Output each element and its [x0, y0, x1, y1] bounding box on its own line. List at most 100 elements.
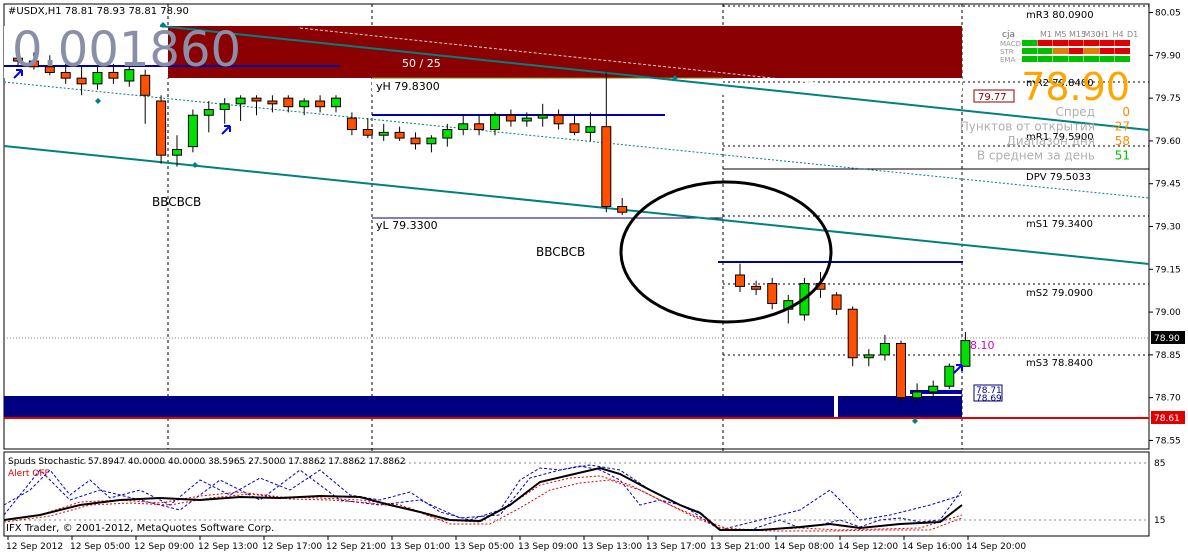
tag-7977: 79.77 — [978, 92, 1007, 103]
candle-body — [235, 97, 246, 105]
price-tick-label: 80.05 — [1155, 9, 1181, 19]
row-label: EMA — [1000, 56, 1015, 64]
panel-stat-value: 58 — [1115, 134, 1130, 148]
symbol-header: #USDX,H1 78.81 78.93 78.81 78.90 — [8, 6, 189, 17]
candle-body — [458, 123, 469, 131]
signal-cell — [1037, 56, 1053, 62]
row-label: MACD — [1000, 40, 1021, 48]
time-tick-label: 14 Sep 16:00 — [902, 542, 962, 552]
signal-cell — [1115, 48, 1130, 54]
signal-cell — [1115, 40, 1130, 46]
candle-body — [553, 114, 564, 125]
level-15-label: 15 — [1154, 516, 1165, 526]
signal-cell — [1099, 56, 1115, 62]
candle-body — [172, 148, 182, 156]
signal-cell — [1022, 40, 1037, 46]
candle-body — [187, 114, 198, 148]
live-tag: 8.10 — [970, 339, 995, 352]
candle-body — [251, 97, 262, 102]
copyright-text: IFX Trader, © 2001-2012, MetaQuotes Soft… — [6, 523, 274, 534]
candle-body — [537, 114, 548, 119]
signal-cell — [1115, 56, 1130, 62]
candle-body — [896, 342, 906, 399]
signal-cell — [1099, 48, 1115, 54]
candle-body — [410, 137, 421, 145]
price-tick-label: 79.45 — [1155, 180, 1181, 190]
candle-body — [76, 77, 87, 85]
candle-body — [490, 114, 500, 131]
signal-cell — [1084, 56, 1099, 62]
time-tick-label: 12 Sep 05:00 — [70, 542, 130, 552]
candle-body — [283, 97, 294, 108]
panel-stat-label: Спред — [1055, 105, 1095, 119]
big-value-label: 0.001860 — [12, 22, 241, 78]
signal-cell — [1068, 40, 1084, 46]
timeframe-label: M1 — [1040, 30, 1052, 39]
candle-body — [585, 126, 596, 133]
time-tick-label: 12 Sep 17:00 — [262, 542, 322, 552]
candle-body — [203, 109, 214, 116]
candle-body — [331, 97, 341, 108]
candle-body — [751, 285, 762, 290]
time-tick-label: 12 Sep 13:00 — [198, 542, 258, 552]
price-tick-label: 79.30 — [1155, 223, 1181, 233]
candle-body — [928, 385, 939, 393]
price-axis[interactable]: 80.05 79.90 79.75 79.60 79.45 79.30 79.15 79.00… — [1149, 9, 1181, 447]
signal-cell — [1068, 56, 1084, 62]
signal-cell — [1068, 48, 1084, 54]
candle-body — [944, 365, 955, 387]
timeframe-label: D1 — [1127, 30, 1138, 39]
candle-body — [140, 74, 151, 96]
candle-body — [863, 354, 874, 359]
price-tick-label: 79.15 — [1155, 265, 1181, 275]
price-tick-label: 78.55 — [1155, 436, 1181, 446]
level-85-label: 85 — [1154, 459, 1165, 469]
ms1-label: mS1 79.3400 — [1026, 219, 1093, 230]
mr3-label: mR3 80.0900 — [1026, 10, 1094, 21]
price-chart-canvas[interactable]: 0.001860 50 / 25 yH 79.8300 yL 79.3300 B… — [0, 0, 1188, 552]
signal-cell — [1053, 56, 1068, 62]
signal-cell — [1053, 48, 1068, 54]
candle-body — [362, 129, 373, 136]
current-price-tag-text: 78.90 — [1154, 334, 1180, 344]
timeframe-headers: M1 M5 M15M30H1 H4 D1 — [1040, 30, 1138, 39]
signal-cell — [1084, 48, 1099, 54]
candle-body — [156, 100, 167, 156]
time-tick-label: 13 Sep 17:00 — [646, 542, 706, 552]
time-tick-label: 13 Sep 09:00 — [518, 542, 578, 552]
candle-body — [378, 131, 389, 136]
support-zone-right — [838, 396, 962, 418]
candle-body — [847, 308, 858, 359]
panel-stat-value: 51 — [1115, 149, 1130, 163]
signal-cell — [1037, 48, 1053, 54]
red-price-tag-text: 78.61 — [1154, 414, 1180, 424]
timeframe-label: H4 — [1113, 30, 1124, 39]
time-axis[interactable]: 12 Sep 2012 12 Sep 05:00 12 Sep 09:00 12 Se… — [6, 536, 1026, 552]
candle-body — [505, 114, 516, 122]
yh-gap — [372, 78, 962, 95]
time-tick-label: 14 Sep 08:00 — [774, 542, 834, 552]
candle-body — [569, 123, 580, 133]
candle-body — [831, 294, 842, 310]
candle-body — [315, 100, 326, 108]
ms3-label: mS3 78.8400 — [1026, 358, 1093, 369]
timeframe-label: H1 — [1098, 30, 1109, 39]
time-tick-label: 12 Sep 21:00 — [326, 542, 386, 552]
panel-pair-label: cja — [1002, 30, 1015, 40]
panel-price: 78.90 — [1021, 65, 1130, 109]
candle-body — [474, 123, 485, 131]
candle-body — [426, 137, 437, 145]
candle-body — [394, 131, 405, 139]
candle-body — [879, 342, 890, 356]
time-tick-label: 14 Sep 20:00 — [966, 542, 1026, 552]
candle-body — [735, 274, 745, 287]
metatrader-chart-window[interactable]: 0.001860 50 / 25 yH 79.8300 yL 79.3300 B… — [0, 0, 1188, 552]
price-tick-label: 78.85 — [1155, 351, 1181, 361]
panel-stat-value: 0 — [1122, 105, 1130, 119]
signal-cell — [1099, 40, 1115, 46]
price-tick-label: 79.75 — [1155, 94, 1181, 104]
candle-body — [219, 103, 230, 111]
signal-cell — [1022, 56, 1037, 62]
dpv-label: DPV 79.5033 — [1026, 172, 1091, 183]
panel-stat-value: -27 — [1110, 120, 1130, 134]
